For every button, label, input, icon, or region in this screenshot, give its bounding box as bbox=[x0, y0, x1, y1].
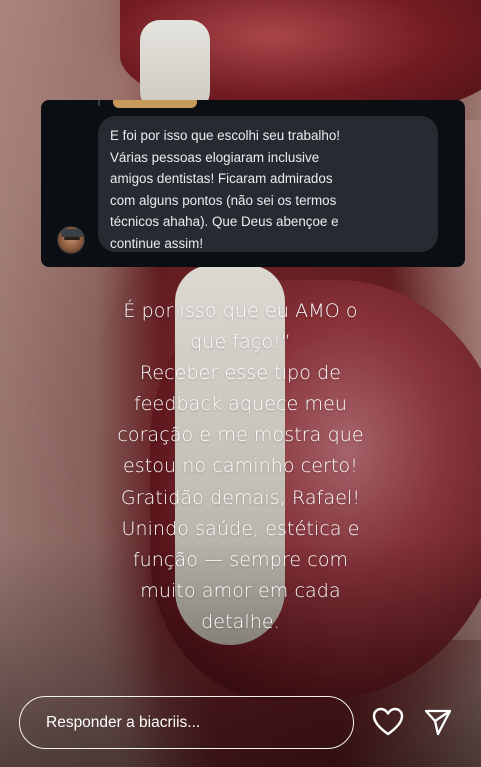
caption-line: função — sempre com bbox=[132, 548, 349, 571]
caption-line: feedback aquece meu bbox=[133, 393, 348, 416]
dm-message-bubble: E foi por isso que escolhi seu trabalho!… bbox=[98, 116, 438, 252]
dm-message-line: amigos dentistas! Ficaram admirados bbox=[110, 171, 333, 187]
caption-line: que faço!” bbox=[190, 331, 291, 354]
dm-message-line: continue assim! bbox=[110, 235, 204, 251]
caption-line: É por isso que eu AMO o bbox=[123, 300, 358, 322]
dm-screenshot-card: E foi por isso que escolhi seu trabalho!… bbox=[41, 100, 465, 267]
send-button[interactable] bbox=[421, 705, 455, 739]
caption-line: Gratidão demais, Rafael! bbox=[120, 486, 361, 509]
caption-line: Unindo saúde, estética e bbox=[121, 517, 360, 540]
user-avatar-icon bbox=[57, 226, 85, 254]
story-caption: É por isso que eu AMO o que faço!” Receb… bbox=[74, 296, 407, 638]
caption-line: muito amor em cada bbox=[140, 579, 341, 602]
reply-input[interactable]: Responder a biacriis... bbox=[19, 696, 354, 749]
like-button[interactable] bbox=[371, 705, 405, 739]
caption-line: Receber esse tipo de bbox=[139, 362, 342, 385]
send-icon bbox=[424, 709, 452, 736]
heart-icon bbox=[372, 707, 404, 736]
dm-message-line: E foi por isso que escolhi seu trabalho! bbox=[110, 128, 341, 143]
previous-message-thumbnail bbox=[113, 100, 197, 108]
dm-message-line: com alguns pontos (não sei os termos bbox=[110, 192, 337, 208]
caption-line: coração e me mostra que bbox=[117, 424, 364, 447]
caption-line: estou no caminho certo! bbox=[122, 455, 358, 478]
caption-line: detalhe. bbox=[201, 610, 280, 633]
dm-message-line: Várias pessoas elogiaram inclusive bbox=[110, 149, 320, 165]
reply-placeholder: Responder a biacriis... bbox=[46, 713, 201, 731]
dm-message-line: técnicos ahaha). Que Deus abençoe e bbox=[110, 214, 339, 230]
